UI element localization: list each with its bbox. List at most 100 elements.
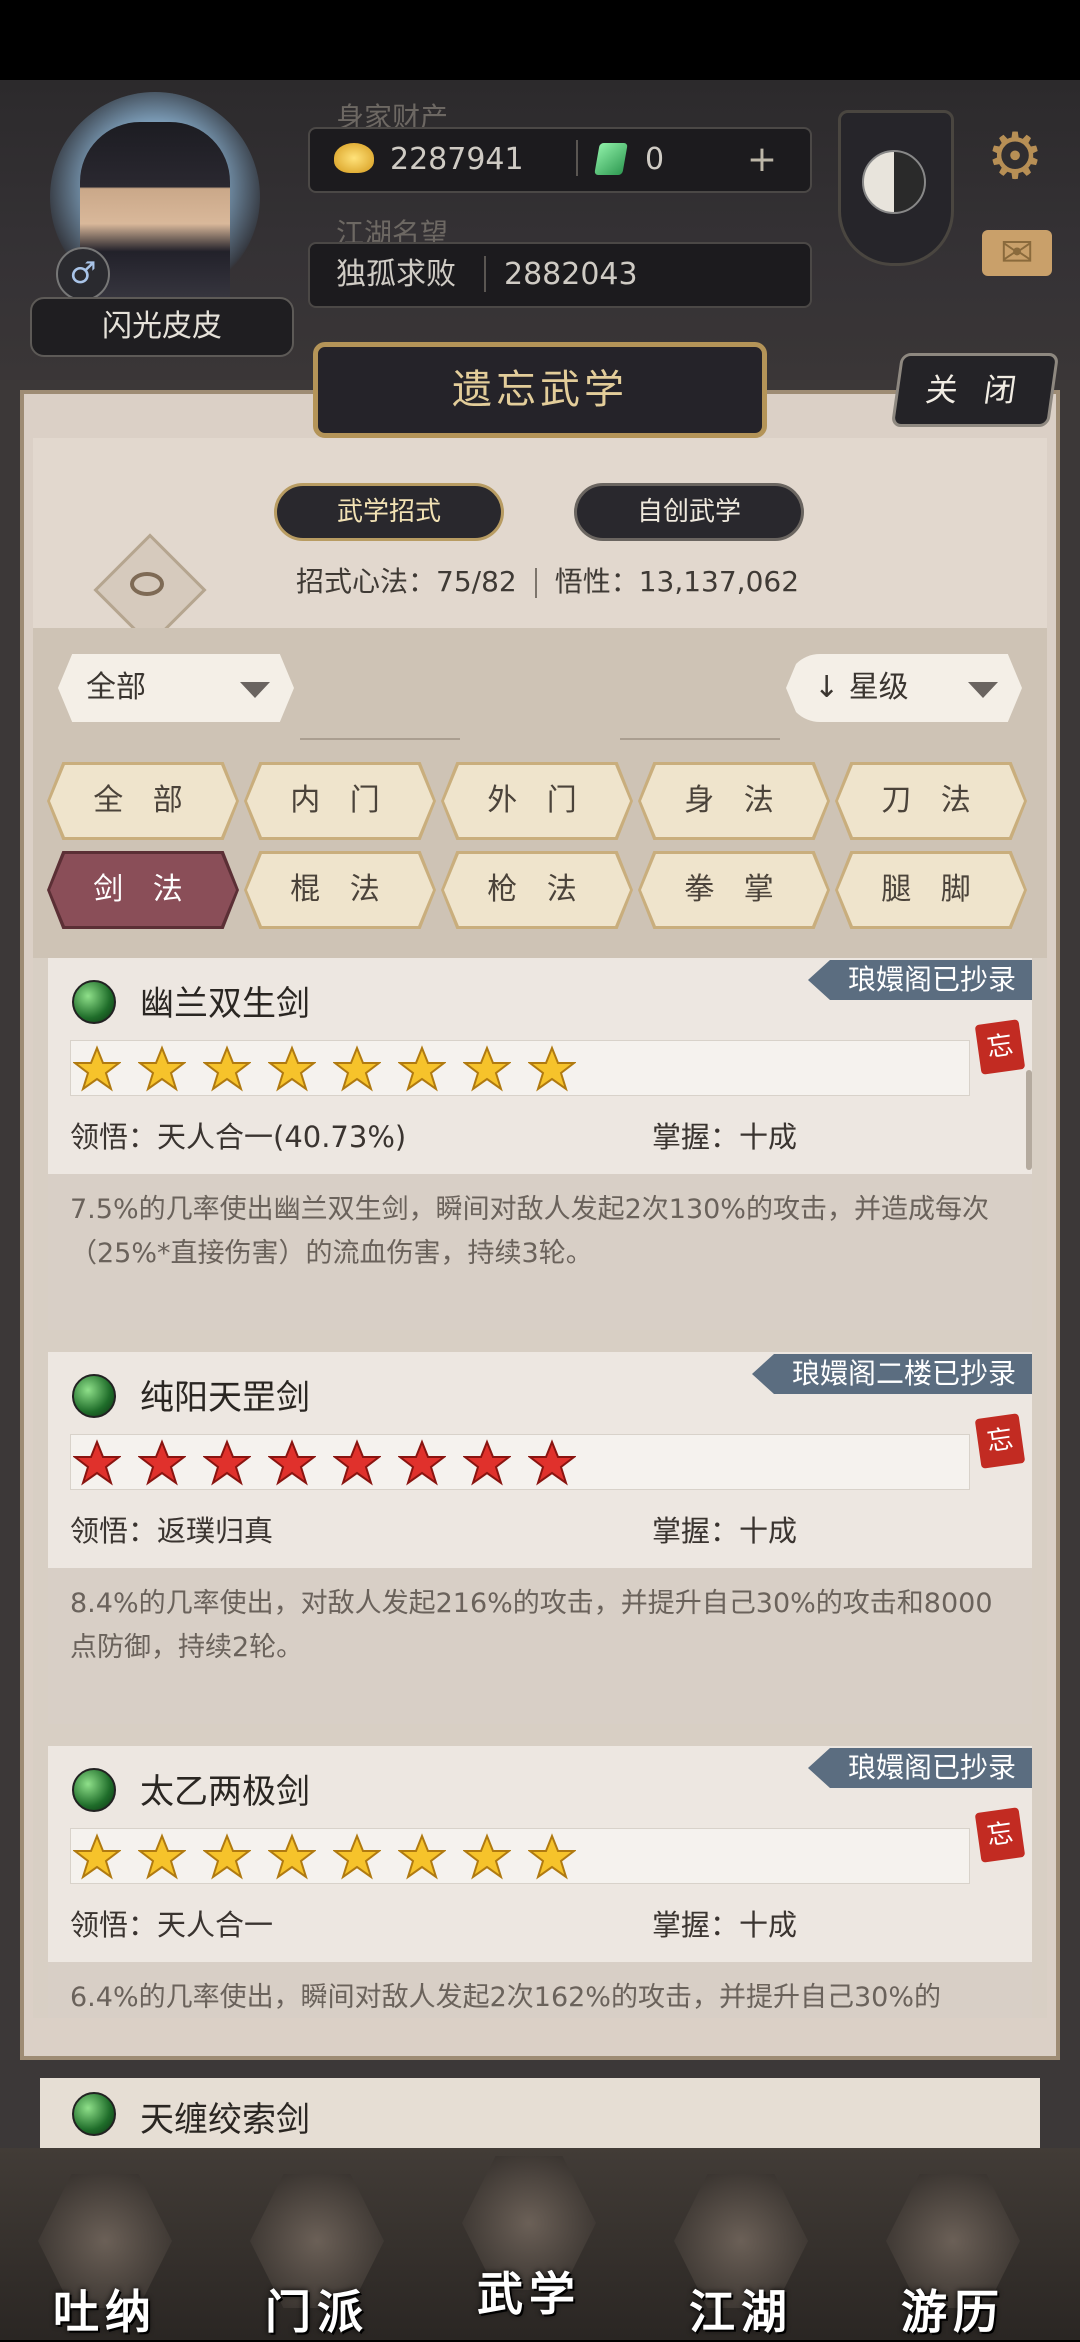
star-icon	[137, 1045, 187, 1093]
reputation-value: 2882043	[504, 257, 638, 292]
star-icon	[462, 1833, 512, 1881]
wealth-bar	[308, 127, 812, 193]
chevron-down-icon	[240, 682, 270, 698]
skill-description: 7.5%的几率使出幽兰双生剑，瞬间对敌人发起2次130%的攻击，并造成每次（25…	[48, 1174, 1032, 1330]
wealth-divider	[576, 140, 578, 176]
star-icon	[137, 1439, 187, 1487]
nav-label: 门派	[265, 2285, 369, 2339]
star-icon	[72, 1045, 122, 1093]
skill-description: 8.4%的几率使出，对敌人发起216%的攻击，并提升自己30%的攻击和8000点…	[48, 1568, 1032, 1724]
close-button[interactable]: 关 闭	[890, 353, 1060, 427]
skill-card[interactable]: 太乙两极剑 琅嬛阁已抄录忘领悟：天人合一 掌握：十成 6.4%的几率使出，瞬间对敌人发…	[48, 1746, 1032, 2018]
category-tab[interactable]: 外 门	[444, 765, 630, 837]
star-icon	[72, 1833, 122, 1881]
star-rating	[70, 1434, 970, 1490]
ornament-divider-left	[300, 738, 460, 740]
skill-stats: 招式心法：75/82 悟性：13,137,062	[296, 565, 799, 599]
mastery-level: 掌握：十成	[652, 1120, 798, 1154]
tab-martial-moves[interactable]: 武学招式	[274, 483, 504, 541]
nav-label: 吐纳	[53, 2285, 157, 2339]
stats-divider	[534, 568, 537, 598]
star-icon	[462, 1439, 512, 1487]
skill-card[interactable]: 纯阳天罡剑 琅嬛阁二楼已抄录忘领悟：返璞归真 掌握：十成 8.4%的几率使出，对敌人发…	[48, 1352, 1032, 1724]
peek-skill-name: 天缠绞索剑	[140, 2100, 310, 2140]
list-item-peek[interactable]: 天缠绞索剑	[40, 2078, 1040, 2148]
gem-amount: 0	[645, 142, 665, 177]
nav-breathing[interactable]: 吐纳	[30, 2158, 180, 2339]
star-icon	[267, 1833, 317, 1881]
skill-description: 6.4%的几率使出，瞬间对敌人发起2次162%的攻击，并提升自己30%的	[48, 1962, 1032, 2018]
category-tab[interactable]: 刀 法	[838, 765, 1024, 837]
category-dropdown-value: 全部	[86, 670, 146, 705]
star-icon	[397, 1045, 447, 1093]
star-icon	[202, 1439, 252, 1487]
star-rating	[70, 1040, 970, 1096]
star-icon	[332, 1045, 382, 1093]
star-icon	[332, 1439, 382, 1487]
dialog-title: 遗忘武学	[313, 342, 767, 438]
category-tab[interactable]: 内 门	[247, 765, 433, 837]
star-icon	[397, 1833, 447, 1881]
category-tab[interactable]: 身 法	[641, 765, 827, 837]
insight-value: 悟性：13,137,062	[554, 565, 800, 598]
mastery-level: 掌握：十成	[652, 1514, 798, 1548]
star-icon	[267, 1045, 317, 1093]
category-tab[interactable]: 棍 法	[247, 854, 433, 926]
skill-name: 幽兰双生剑	[140, 984, 310, 1024]
star-icon	[72, 1439, 122, 1487]
reputation-divider	[484, 256, 486, 292]
comprehension-level: 领悟：天人合一(40.73%)	[70, 1120, 407, 1154]
category-tab[interactable]: 拳 掌	[641, 854, 827, 926]
skill-card[interactable]: 幽兰双生剑 琅嬛阁已抄录忘领悟：天人合一(40.73%) 掌握：十成 7.5%的几率使…	[48, 958, 1032, 1330]
skill-name: 太乙两极剑	[140, 1772, 310, 1812]
category-tab[interactable]: 剑 法	[50, 854, 236, 926]
player-name: 闪光皮皮	[30, 297, 294, 357]
sword-skill-icon	[72, 1768, 116, 1812]
eye-icon	[130, 572, 164, 596]
star-icon	[202, 1833, 252, 1881]
star-icon	[267, 1439, 317, 1487]
star-icon	[332, 1833, 382, 1881]
star-icon	[137, 1833, 187, 1881]
skill-name: 纯阳天罡剑	[140, 1378, 310, 1418]
sword-skill-icon	[72, 980, 116, 1024]
category-tab[interactable]: 腿 脚	[838, 854, 1024, 926]
sort-dropdown-value: 星级	[848, 670, 909, 705]
scrollbar[interactable]	[1026, 1070, 1032, 1170]
sort-arrow-icon: ↓	[814, 670, 840, 705]
nav-travel[interactable]: 游历	[878, 2158, 1028, 2339]
ornament-divider-right	[620, 738, 780, 740]
category-tab[interactable]: 全 部	[50, 765, 236, 837]
status-bar	[0, 0, 1080, 80]
forget-tag-icon[interactable]: 忘	[974, 1019, 1026, 1075]
nav-label: 江湖	[689, 2285, 793, 2339]
sword-skill-icon	[72, 1374, 116, 1418]
star-icon	[527, 1439, 577, 1487]
category-tab[interactable]: 枪 法	[444, 854, 630, 926]
gold-amount: 2287941	[390, 142, 524, 177]
taiji-icon	[862, 150, 926, 214]
male-gender-icon: ♂	[56, 247, 110, 301]
jade-gem-icon	[594, 143, 628, 175]
star-icon	[527, 1045, 577, 1093]
nav-sect[interactable]: 门派	[242, 2158, 392, 2339]
library-copied-badge: 琅嬛阁已抄录	[807, 960, 1032, 1000]
nav-martial-arts[interactable]: 武学	[454, 2140, 604, 2321]
mastery-level: 掌握：十成	[652, 1908, 798, 1942]
reputation-title: 独孤求败	[336, 257, 456, 292]
add-currency-button[interactable]: +	[740, 140, 784, 180]
nav-label: 游历	[901, 2285, 1005, 2339]
gold-ingot-icon	[334, 143, 374, 173]
mail-icon[interactable]: ✉	[982, 230, 1052, 276]
nav-jianghu[interactable]: 江湖	[666, 2158, 816, 2339]
star-icon	[202, 1045, 252, 1093]
forget-tag-icon[interactable]: 忘	[974, 1413, 1026, 1469]
tab-custom-martial[interactable]: 自创武学	[574, 483, 804, 541]
category-dropdown[interactable]: 全部	[58, 654, 294, 722]
sort-dropdown[interactable]: ↓ 星级	[786, 654, 1022, 722]
comprehension-level: 领悟：天人合一	[70, 1908, 274, 1942]
star-icon	[462, 1045, 512, 1093]
sword-skill-icon	[72, 2092, 116, 2136]
gear-icon[interactable]: ⚙	[980, 122, 1050, 192]
forget-tag-icon[interactable]: 忘	[974, 1807, 1026, 1863]
